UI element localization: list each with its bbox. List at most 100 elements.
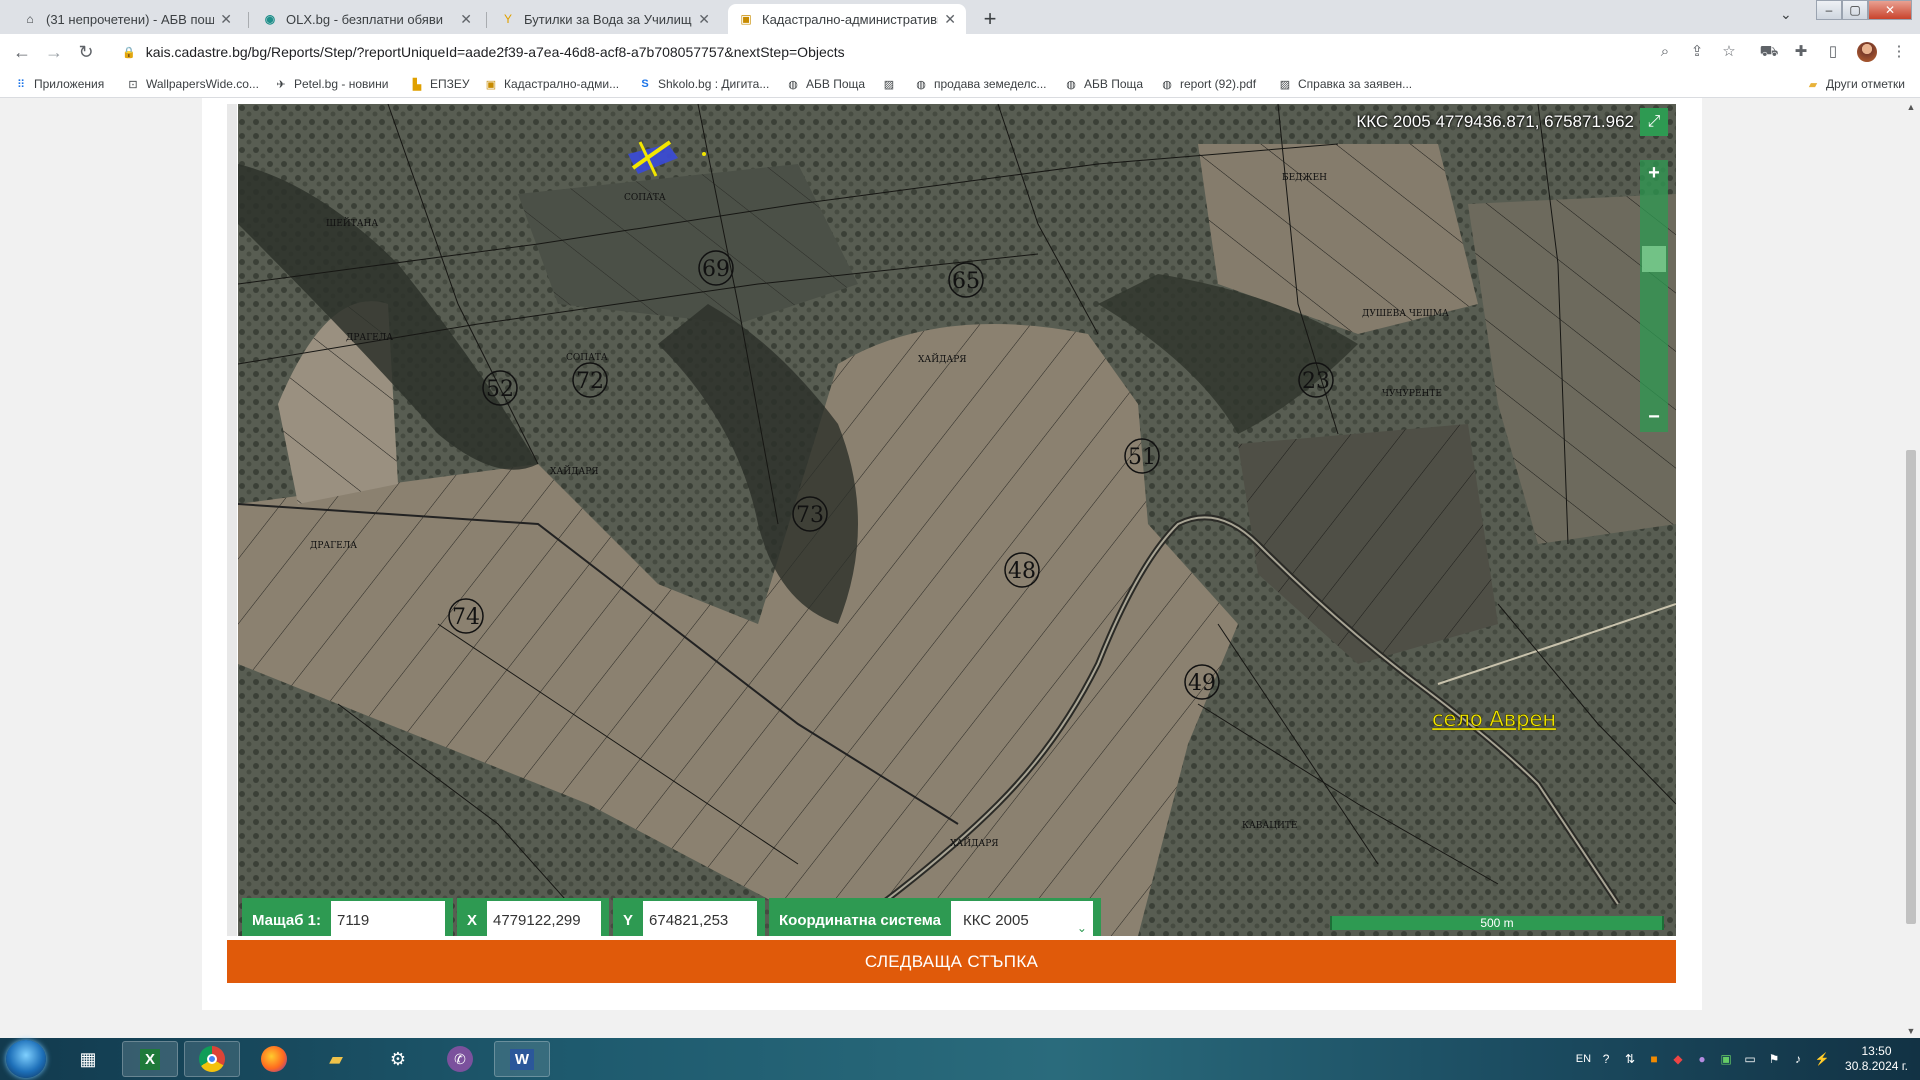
tab-bottles[interactable]: Y Бутилки за Вода за Училище | M ✕ xyxy=(490,4,720,34)
close-window-icon[interactable]: ✕ xyxy=(1868,0,1912,20)
bookmark-epzeu[interactable]: ▙ ЕПЗЕУ xyxy=(410,75,470,93)
chevron-down-icon[interactable]: ⌄ xyxy=(1780,6,1792,23)
power-icon[interactable]: ⚡ xyxy=(1813,1050,1831,1068)
x-coordinate-input[interactable] xyxy=(487,901,601,936)
crs-select[interactable]: ККС 2005 ⌄ xyxy=(950,901,1093,936)
area-name-label: ДРАГЕЛА xyxy=(346,333,393,343)
scale-input[interactable] xyxy=(330,901,445,936)
globe-icon: ◍ xyxy=(788,78,798,91)
map-coordinate-controls: Мащаб 1: X Y Координатна система ККС 200… xyxy=(242,896,1105,936)
zoom-out-button[interactable]: − xyxy=(1640,404,1668,432)
map-layer: 69 65 52 72 23 51 73 48 74 49 СОПАТА ШЕЙ… xyxy=(238,104,1676,936)
bookmarks-bar: ⠿ Приложения ⊡ WallpapersWide.co... ✈ Petel… xyxy=(0,70,1920,98)
tab-abv-mail[interactable]: ⌂ (31 непрочетени) - АБВ поща ✕ xyxy=(12,4,242,34)
tray-app-icon[interactable]: ▣ xyxy=(1717,1050,1735,1068)
zoom-icon[interactable]: ⌕ xyxy=(1655,42,1675,62)
map-coordinate-readout: ККС 2005 4779436.871, 675871.962 xyxy=(1356,112,1634,131)
reload-icon[interactable]: ↻ xyxy=(74,40,98,64)
tray-app-icon[interactable]: ■ xyxy=(1645,1050,1663,1068)
task-manager-icon[interactable]: ▦ xyxy=(60,1041,116,1077)
next-step-button[interactable]: СЛЕДВАЩА СТЪПКА xyxy=(227,940,1676,983)
monitor-icon[interactable]: ▭ xyxy=(1741,1050,1759,1068)
page-content: 69 65 52 72 23 51 73 48 74 49 СОПАТА ШЕЙ… xyxy=(0,98,1920,1038)
firefox-icon[interactable] xyxy=(246,1041,302,1077)
tab-cadastre[interactable]: ▣ Кадастрално-административна ✕ xyxy=(728,4,966,34)
maximize-icon[interactable]: ▢ xyxy=(1842,0,1868,20)
extensions-icon[interactable]: ✚ xyxy=(1791,42,1811,62)
bookmark-wallpaperswide[interactable]: ⊡ WallpapersWide.co... xyxy=(126,75,259,93)
y-coordinate-input[interactable] xyxy=(643,901,758,936)
page-scrollbar[interactable]: ▲ ▼ xyxy=(1902,98,1920,1038)
help-icon[interactable]: ? xyxy=(1597,1050,1615,1068)
fullscreen-icon[interactable]: ⤢ xyxy=(1640,108,1668,136)
bookmark-abv-mail[interactable]: ◍ АБВ Поща xyxy=(786,75,865,93)
scrollbar-thumb[interactable] xyxy=(1906,450,1916,924)
star-icon[interactable]: ☆ xyxy=(1719,42,1739,62)
bookmark-apps[interactable]: ⠿ Приложения xyxy=(14,75,104,93)
cadastre-icon: ▣ xyxy=(485,78,497,91)
map-side-strip xyxy=(227,104,237,936)
petel-icon: ✈ xyxy=(276,78,286,91)
close-icon[interactable]: ✕ xyxy=(698,11,710,28)
area-name-label: ДРАГЕЛА xyxy=(310,541,357,551)
close-icon[interactable]: ✕ xyxy=(460,11,472,28)
flag-icon[interactable]: ⚑ xyxy=(1765,1050,1783,1068)
lock-icon: 🔒 xyxy=(122,46,136,59)
clock[interactable]: 13:50 30.8.2024 г. xyxy=(1845,1044,1908,1074)
area-name-label: ХАЙДАРЯ xyxy=(550,465,599,477)
parcel-number-label: 52 xyxy=(486,377,514,402)
bookmark-other[interactable]: ▰ Други отметки xyxy=(1806,75,1905,93)
close-icon[interactable]: ✕ xyxy=(220,11,232,28)
forward-icon[interactable]: → xyxy=(42,40,66,64)
crs-group: Координатна система ККС 2005 ⌄ xyxy=(769,898,1101,936)
menu-icon[interactable]: ⋮ xyxy=(1889,42,1909,62)
scroll-down-icon[interactable]: ▼ xyxy=(1902,1026,1920,1036)
cadastral-map[interactable]: 69 65 52 72 23 51 73 48 74 49 СОПАТА ШЕЙ… xyxy=(238,104,1676,936)
new-tab-button[interactable]: + xyxy=(976,6,1004,34)
zoom-slider[interactable]: + − xyxy=(1640,160,1668,432)
file-explorer-icon[interactable]: ▰ xyxy=(308,1041,364,1077)
tab-olx[interactable]: ◉ OLX.bg - безплатни обяви ✕ xyxy=(252,4,482,34)
bookmark-application-report[interactable]: ▨ Справка за заявен... xyxy=(1278,75,1412,93)
close-icon[interactable]: ✕ xyxy=(944,11,956,28)
area-name-label: ДУШЕВА ЧЕШМА xyxy=(1362,309,1449,319)
language-indicator[interactable]: EN xyxy=(1576,1053,1591,1065)
excel-icon[interactable]: X xyxy=(122,1041,178,1077)
address-bar[interactable]: 🔒 kais.cadastre.bg/bg/Reports/Step/?repo… xyxy=(110,37,1710,67)
zoom-in-button[interactable]: + xyxy=(1640,160,1668,188)
volume-icon[interactable]: ♪ xyxy=(1789,1050,1807,1068)
bookmark-agri-land[interactable]: ◍ продава земеделс... xyxy=(914,75,1046,93)
bookmark-cadastre[interactable]: ▣ Кадастрално-адми... xyxy=(484,75,619,93)
zoom-slider-thumb[interactable] xyxy=(1642,246,1666,272)
network-app-icon[interactable]: ⚙ xyxy=(370,1041,426,1077)
parcel-number-label: 73 xyxy=(796,503,824,528)
bookmark-petel[interactable]: ✈ Petel.bg - новини xyxy=(274,75,388,93)
globe-icon: ◍ xyxy=(1162,78,1172,91)
bookmark-report-pdf[interactable]: ◍ report (92).pdf xyxy=(1160,75,1256,93)
share-icon[interactable]: ⇪ xyxy=(1687,42,1707,62)
image-icon: ▨ xyxy=(1279,78,1291,91)
viber-icon[interactable]: ✆ xyxy=(432,1041,488,1077)
scroll-up-icon[interactable]: ▲ xyxy=(1902,102,1920,112)
village-label: село Аврен xyxy=(1432,707,1556,731)
cart-icon[interactable]: ⛟ xyxy=(1759,42,1779,62)
scale-group: Мащаб 1: xyxy=(242,898,453,936)
parcel-number-label: 49 xyxy=(1188,671,1216,696)
minimize-icon[interactable]: – xyxy=(1816,0,1842,20)
start-button[interactable] xyxy=(6,1040,46,1078)
bookmark-abv-mail-2[interactable]: ◍ АБВ Поща xyxy=(1064,75,1143,93)
bookmark-shkolo[interactable]: S Shkolo.bg : Дигита... xyxy=(638,75,769,93)
word-icon[interactable]: W xyxy=(494,1041,550,1077)
area-name-label: ШЕЙТАНА xyxy=(326,217,378,229)
back-icon[interactable]: ← xyxy=(10,40,34,64)
network-icon[interactable]: ⇅ xyxy=(1621,1050,1639,1068)
viber-tray-icon[interactable]: ● xyxy=(1693,1050,1711,1068)
chrome-icon[interactable] xyxy=(184,1041,240,1077)
tray-app-icon[interactable]: ◆ xyxy=(1669,1050,1687,1068)
folder-icon: ▰ xyxy=(1808,78,1818,91)
side-panel-icon[interactable]: ▯ xyxy=(1823,42,1843,62)
profile-avatar[interactable] xyxy=(1857,42,1877,62)
bookmark-image[interactable]: ▨ xyxy=(882,75,902,93)
y-coordinate-group: Y xyxy=(613,898,766,936)
shkolo-icon: S xyxy=(641,78,649,90)
